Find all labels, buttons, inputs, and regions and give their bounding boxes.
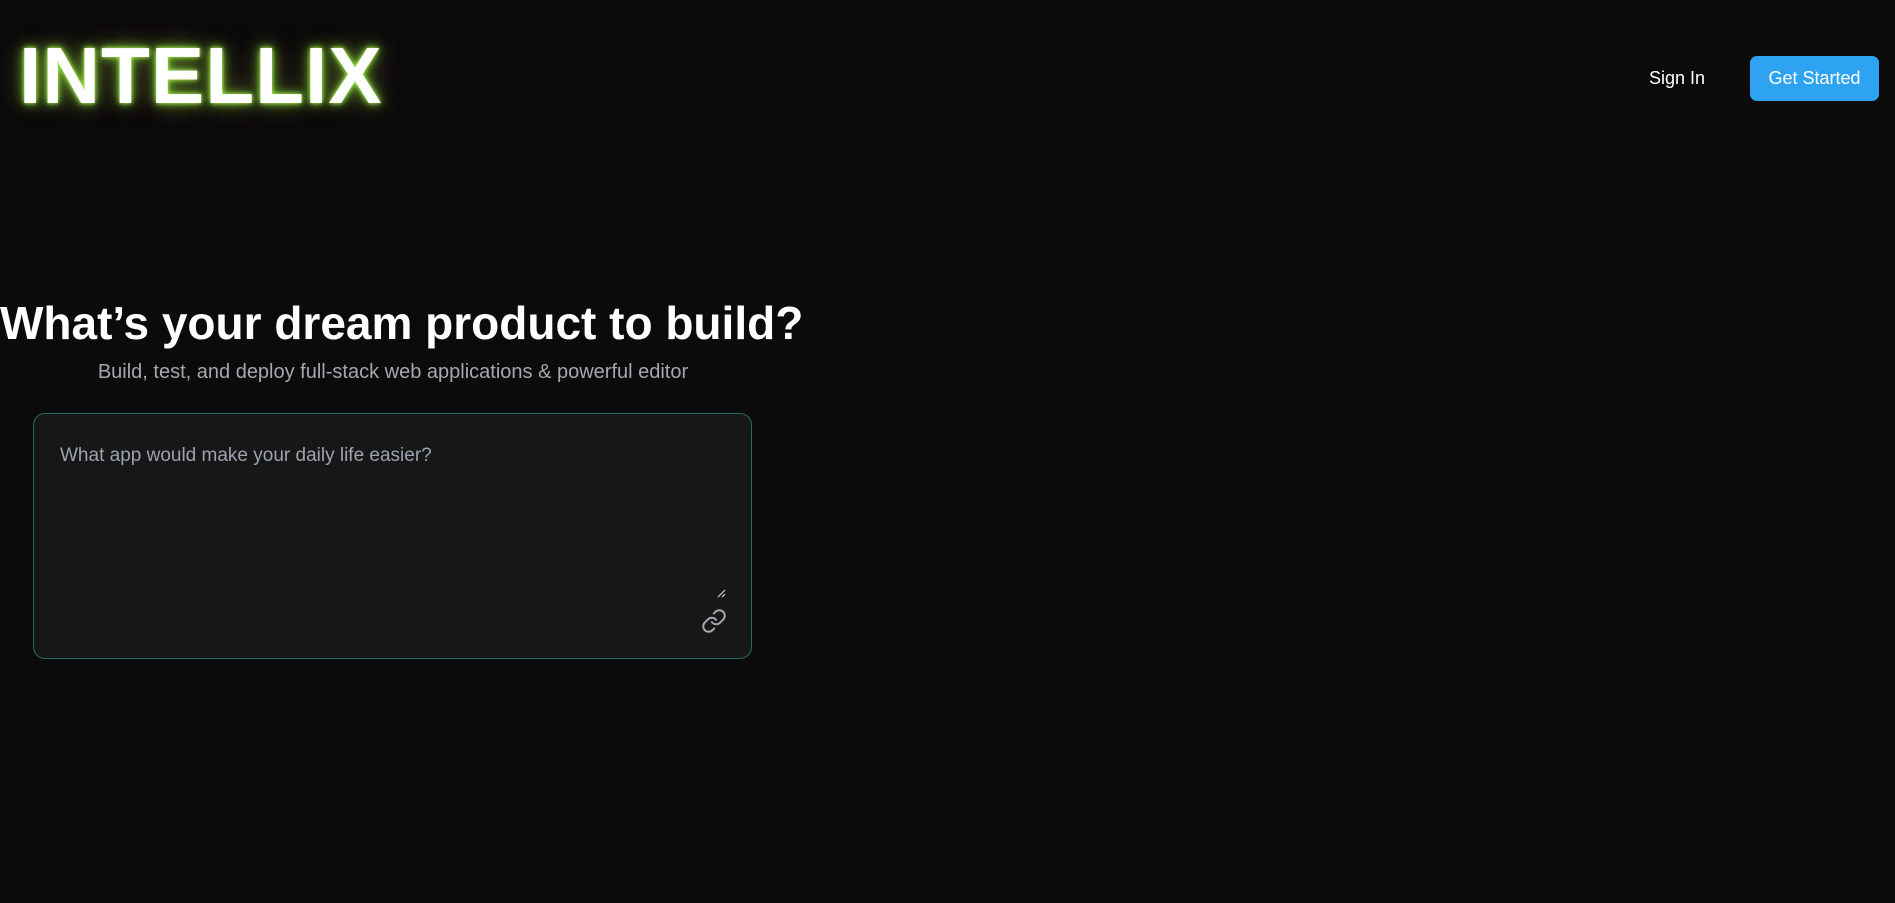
prompt-box [33,413,752,659]
link-icon[interactable] [701,608,727,634]
get-started-button[interactable]: Get Started [1750,56,1879,101]
resize-handle-icon[interactable] [716,588,726,598]
hero-title: What’s your dream product to build? [0,297,804,349]
landing-page: INTELLIX Sign In Get Started What’s your… [0,0,1895,903]
hero-subtitle: Build, test, and deploy full-stack web a… [97,361,689,383]
top-nav: Sign In Get Started [1627,56,1879,101]
prompt-input[interactable] [58,442,702,606]
hero-section: What’s your dream product to build? Buil… [0,296,804,384]
sign-in-button[interactable]: Sign In [1627,58,1727,99]
brand-logo[interactable]: INTELLIX [19,30,383,122]
